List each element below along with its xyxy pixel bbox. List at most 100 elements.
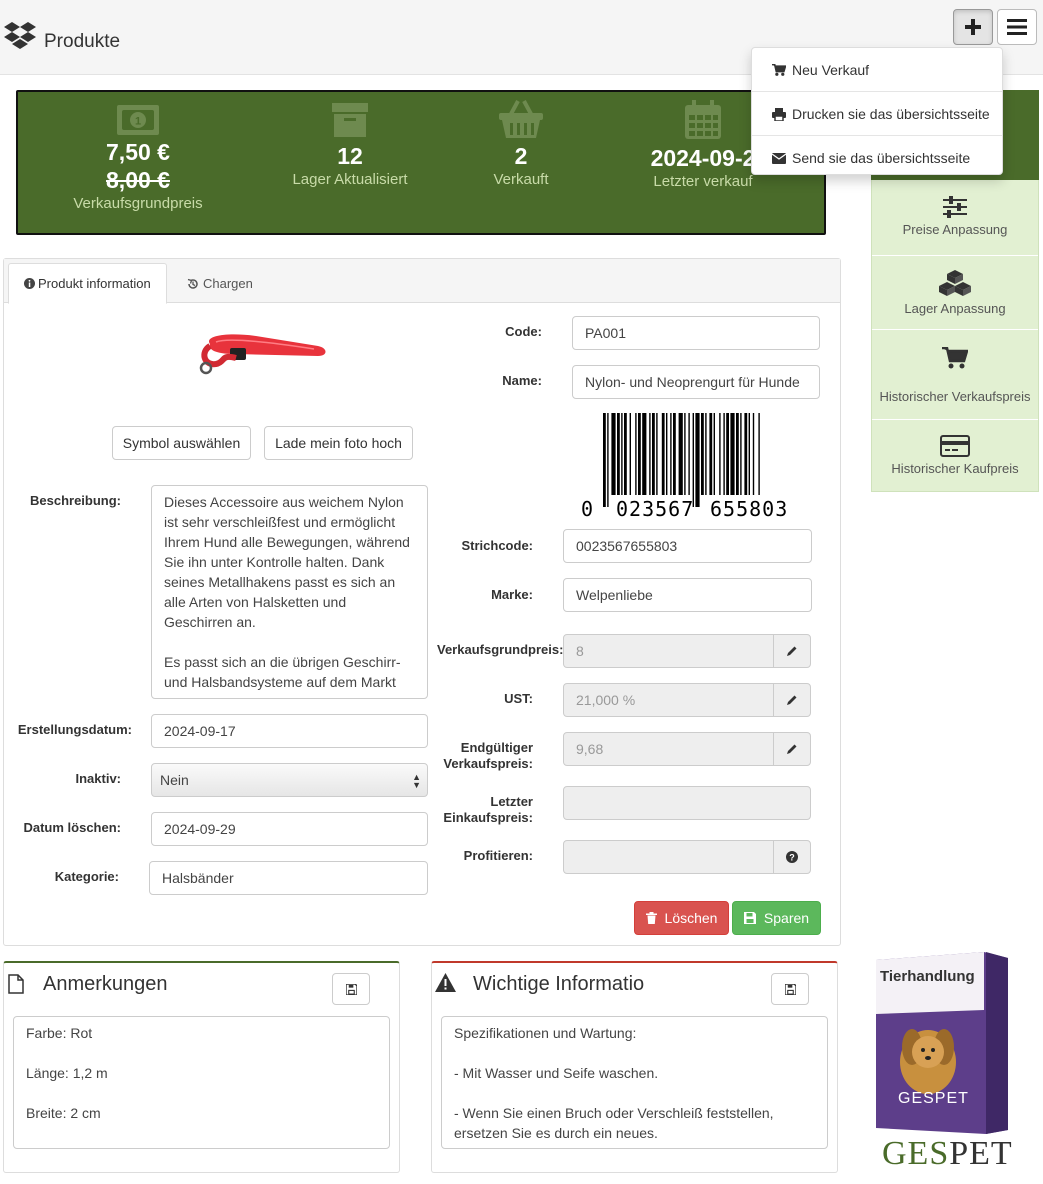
barcode-bar xyxy=(624,413,627,495)
basket-icon xyxy=(499,100,543,138)
last-purchase-label-line2: Einkaufspreis: xyxy=(443,810,533,825)
barcode-bar xyxy=(635,413,637,495)
dropbox-icon xyxy=(4,22,36,49)
cubes-icon xyxy=(939,270,971,296)
final-price-label-line2: Verkaufspreis: xyxy=(443,756,533,771)
brand-field[interactable]: Welpenliebe xyxy=(563,578,812,612)
barcode-digit-group1: 023567 xyxy=(616,497,695,521)
side-item-sale-history[interactable]: Historischer Verkaufspreis xyxy=(872,347,1038,404)
edit-vat-button[interactable] xyxy=(773,683,811,717)
barcode-bar xyxy=(726,413,729,495)
side-item-label: Preise Anpassung xyxy=(902,222,1008,237)
last-purchase-label-line1: Letzter xyxy=(490,794,533,809)
category-field[interactable]: Halsbänder xyxy=(149,861,428,895)
menu-item-print[interactable]: Drucken sie das übersichtsseite xyxy=(752,92,1002,136)
side-item-purchase-history[interactable]: Historischer Kaufpreis xyxy=(872,435,1038,476)
barcode-bar xyxy=(730,413,735,495)
important-save-button[interactable] xyxy=(771,973,809,1005)
inactive-select[interactable]: Nein ▲ ▼ xyxy=(151,763,428,797)
barcode-bar xyxy=(701,413,704,495)
barcode-digit-first: 0 xyxy=(581,497,595,521)
edit-base-price-button[interactable] xyxy=(773,634,811,668)
barcode-bar xyxy=(607,413,609,507)
menu-button[interactable] xyxy=(997,9,1037,45)
menu-item-new-sale[interactable]: Neu Verkauf xyxy=(752,48,1002,92)
delete-button-label: Löschen xyxy=(664,910,718,926)
stat-stock: 12 Lager Aktualisiert xyxy=(270,102,430,190)
barcode-bar xyxy=(656,413,658,495)
cart-icon xyxy=(942,347,968,369)
description-field[interactable]: Dieses Accessoire aus weichem Nylon ist … xyxy=(151,485,428,699)
barcode-bar xyxy=(621,413,623,495)
notes-save-button[interactable] xyxy=(332,973,370,1005)
tab-chargen[interactable]: Chargen xyxy=(172,263,268,304)
vat-field: 21,000 % xyxy=(563,683,775,717)
notes-title: Anmerkungen xyxy=(43,973,168,995)
side-item-stock-adjust[interactable]: Lager Anpassung xyxy=(872,269,1038,316)
stock-label: Lager Aktualisiert xyxy=(292,171,408,188)
upload-photo-button[interactable]: Lade mein foto hoch xyxy=(264,426,413,460)
divider xyxy=(872,329,1038,330)
delete-date-field[interactable]: 2024-09-29 xyxy=(151,812,428,846)
delete-button[interactable]: Löschen xyxy=(634,901,729,935)
warning-icon xyxy=(435,973,456,992)
barcode-bar xyxy=(713,413,715,495)
plus-icon xyxy=(965,19,981,35)
side-item-price-adjust[interactable]: Preise Anpassung xyxy=(872,196,1038,237)
barcode-bar xyxy=(684,413,686,495)
menu-item-label: Drucken sie das übersichtsseite xyxy=(792,106,990,122)
delete-date-label: Datum löschen: xyxy=(23,820,121,835)
page-title: Produkte xyxy=(44,31,121,52)
sold-value: 2 xyxy=(514,143,528,169)
profit-help-button[interactable]: ? xyxy=(773,840,811,874)
barcode-bar xyxy=(709,413,713,495)
barcode-bar xyxy=(678,413,683,495)
barcode-bar xyxy=(748,413,750,495)
important-textarea[interactable]: Spezifikationen und Wartung: - Mit Wasse… xyxy=(441,1016,828,1149)
menu-item-send[interactable]: Send sie das übersichtsseite xyxy=(752,136,1002,180)
barcode-bar xyxy=(744,413,748,495)
stat-price: 1 7,50 € 8,00 € Verkaufsgrundpreis xyxy=(58,104,218,214)
code-field[interactable]: PA001 xyxy=(572,316,820,350)
price-old-value: 8,00 € xyxy=(106,167,170,193)
menu-item-label: Send sie das übersichtsseite xyxy=(792,150,971,166)
divider xyxy=(872,419,1038,420)
base-price-label: Verkaufsgrundpreis: xyxy=(437,642,564,657)
barcode-bar xyxy=(752,413,755,495)
print-icon xyxy=(772,107,786,121)
box-title: Tierhandlung xyxy=(880,968,975,985)
barcode-bar xyxy=(688,413,690,495)
gespet-logo: GESPET xyxy=(882,1136,1013,1172)
profit-label: Profitieren: xyxy=(463,848,533,863)
brand-label: Marke: xyxy=(491,587,533,602)
calendar-icon xyxy=(685,100,721,139)
select-arrows-icon: ▲ ▼ xyxy=(412,772,421,790)
barcode-field[interactable]: 0023567655803 xyxy=(563,529,812,563)
envelope-icon xyxy=(772,152,786,164)
save-button[interactable]: Sparen xyxy=(732,901,821,935)
created-date-field[interactable]: 2024-09-17 xyxy=(151,714,428,748)
divider xyxy=(872,255,1038,256)
tab-product-info[interactable]: Produkt information xyxy=(8,263,167,304)
created-date-label: Erstellungsdatum: xyxy=(17,722,132,737)
barcode-bar xyxy=(740,413,742,495)
description-label: Beschreibung: xyxy=(29,493,121,508)
select-symbol-button[interactable]: Symbol auswählen xyxy=(112,426,251,460)
barcode-bar xyxy=(719,413,721,495)
barcode-bar xyxy=(649,413,651,495)
pencil-icon xyxy=(787,744,797,754)
name-field[interactable]: Nylon- und Neoprengurt für Hunde xyxy=(572,365,820,399)
barcode-bar xyxy=(638,413,641,495)
archive-icon xyxy=(332,103,368,137)
add-button[interactable] xyxy=(953,9,993,45)
edit-final-price-button[interactable] xyxy=(773,732,811,766)
barcode-bar xyxy=(670,413,672,495)
barcode-bar xyxy=(652,413,655,495)
credit-card-icon xyxy=(940,435,970,457)
side-item-label: Historischer Verkaufspreis xyxy=(879,389,1031,404)
notes-textarea[interactable]: Farbe: Rot Länge: 1,2 m Breite: 2 cm xyxy=(13,1016,390,1149)
profit-field xyxy=(563,840,775,874)
barcode-bar xyxy=(611,413,616,495)
money-icon: 1 xyxy=(117,105,159,135)
tab-label: Chargen xyxy=(203,276,253,291)
